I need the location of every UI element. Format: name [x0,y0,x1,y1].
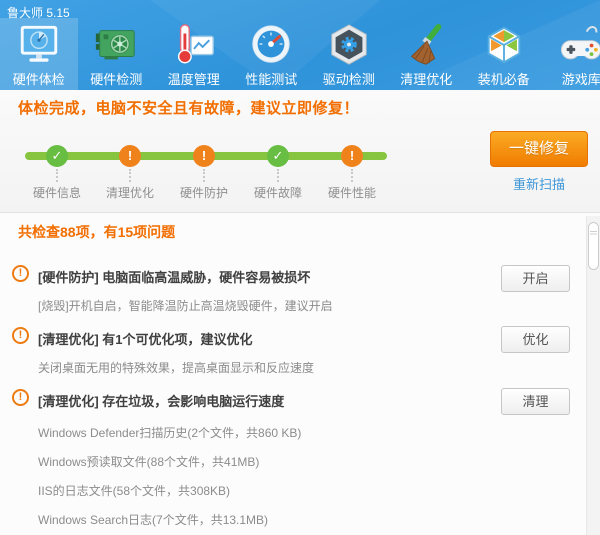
tab-label: 游戏库 [561,72,600,87]
timeline-step-label: 硬件故障 [253,186,302,200]
thermometer-chart-icon [171,22,217,68]
clean-button[interactable]: 清理 [501,388,570,415]
enable-button[interactable]: 开启 [501,265,570,292]
issue-detail: IIS的日志文件(58个文件，共308KB) [38,484,231,498]
tab-label: 清理优化 [400,72,453,87]
tab-performance[interactable]: 性能测试 [233,18,311,90]
issue-title: [清理优化] 有1个可优化项，建议优化 [38,332,253,347]
timeline-dash [56,169,58,182]
status-ok-icon [46,145,68,167]
tab-temperature[interactable]: 温度管理 [155,18,233,90]
timeline-step-hardware-info: 硬件信息 [25,145,89,201]
tab-label: 硬件检测 [90,72,143,87]
timeline-dash [203,169,205,182]
gpu-card-icon [93,22,139,68]
speed-gauge-icon [248,22,294,68]
issue-detail: 关闭桌面无用的特殊效果，提高桌面显示和反应速度 [38,361,315,375]
issue-detail: [烧毁]开机自启，智能降温防止高温烧毁硬件，建议开启 [38,299,333,313]
tab-hardware-exam[interactable]: 硬件体检 [0,18,78,90]
timeline-step-label: 硬件防护 [179,186,228,200]
status-warn-icon [193,145,215,167]
timeline-step-hardware-protect: 硬件防护 [172,145,236,201]
status-warn-icon [119,145,141,167]
scrollbar-track[interactable] [586,216,600,535]
timeline-dash [277,169,279,182]
cube-box-icon [481,22,527,68]
monitor-scan-icon [16,22,62,68]
warning-icon [12,389,29,406]
warning-icon [12,327,29,344]
timeline-step-hardware-perf: 硬件性能 [320,145,384,201]
tab-label: 温度管理 [167,72,220,87]
gear-hexagon-icon [326,22,372,68]
optimize-button[interactable]: 优化 [501,326,570,353]
issue-title: [硬件防护] 电脑面临高温威胁，硬件容易被损坏 [38,270,311,285]
scrollbar-thumb[interactable] [588,222,599,270]
timeline-dash [129,169,131,182]
status-warn-icon [341,145,363,167]
issue-detail: Windows Search日志(7个文件，共13.1MB) [38,513,269,527]
one-click-fix-button[interactable]: 一键修复 [490,131,588,167]
timeline-step-label: 硬件性能 [327,186,376,200]
tab-clean-optimize[interactable]: 清理优化 [388,18,466,90]
main-nav: 硬件体检 硬件检测 温度管理 性能测试 驱动检测 清理优化 装机必备 游戏库 [0,18,600,90]
tab-label: 硬件体检 [12,72,65,87]
header: 鲁大师 5.15 硬件体检 硬件检测 温度管理 性能测试 驱动检测 清理优化 装… [0,0,600,90]
issue-detail: Windows Defender扫描历史(2个文件，共860 KB) [38,426,302,440]
exam-result-message: 体检完成，电脑不安全且有故障，建议立即修复！ [18,100,360,117]
issue-title: [清理优化] 存在垃圾，会影响电脑运行速度 [38,394,285,409]
warning-icon [12,265,29,282]
gamepad-icon [558,22,600,68]
timeline-step-label: 清理优化 [105,186,154,200]
scrollbar-grip [590,231,597,236]
timeline-step-label: 硬件信息 [32,186,81,200]
issue-detail: Windows预读取文件(88个文件，共41MB) [38,455,260,469]
issue-list: 共检查88项，有15项问题 [硬件防护] 电脑面临高温威胁，硬件容易被损坏 开启… [0,213,600,535]
timeline-step-clean-optimize: 清理优化 [98,145,162,201]
ludashi-window: 鲁大师 5.15 硬件体检 硬件检测 温度管理 性能测试 驱动检测 清理优化 装… [0,0,600,535]
tab-game-library[interactable]: 游戏库 [543,18,600,90]
tab-label: 装机必备 [477,72,530,87]
status-ok-icon [267,145,289,167]
tab-label: 性能测试 [245,72,298,87]
broom-icon [403,22,449,68]
rescan-link[interactable]: 重新扫描 [490,174,588,193]
tab-essential-software[interactable]: 装机必备 [465,18,543,90]
check-summary: 共检查88项，有15项问题 [18,224,176,240]
tab-driver-detect[interactable]: 驱动检测 [310,18,388,90]
tab-hardware-detect[interactable]: 硬件检测 [78,18,156,90]
tab-label: 驱动检测 [322,72,375,87]
timeline-dash [351,169,353,182]
timeline-step-hardware-fault: 硬件故障 [246,145,310,201]
exam-result-banner: 体检完成，电脑不安全且有故障，建议立即修复！ 硬件信息 清理优化 硬件防护 硬件… [0,90,600,213]
